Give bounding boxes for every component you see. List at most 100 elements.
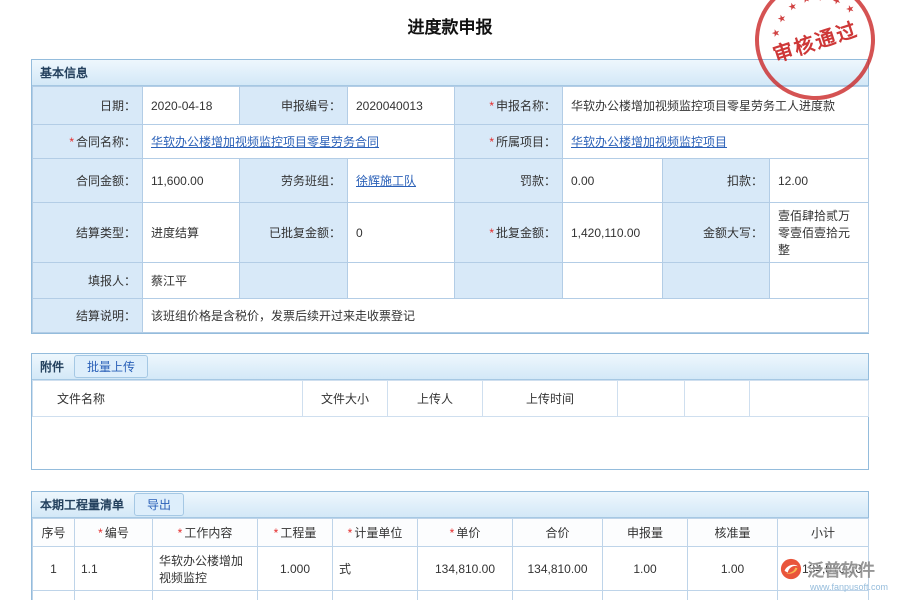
item-total: 1,283,000.00 bbox=[513, 591, 603, 600]
item-total: 134,810.00 bbox=[513, 547, 603, 591]
column-declared-qty: 申报量 bbox=[603, 519, 688, 547]
required-marker: * bbox=[450, 526, 455, 540]
project-link[interactable]: 华软办公楼增加视频监控项目 bbox=[571, 135, 727, 149]
amount-in-words-label: 金额大写： bbox=[663, 203, 770, 263]
column-content: *工作内容 bbox=[153, 519, 258, 547]
quantity-list-panel: 本期工程量清单 导出 序号 *编号 *工作内容 *工程量 *计量单位 *单价 合… bbox=[31, 491, 869, 600]
page: 进度款申报 ★ ★ ★ ★ ★ ★ ★ 审核通过 基本信息 日期： 2020-0… bbox=[0, 0, 900, 600]
settlement-note-value: 该班组价格是含税价，发票后续开过来走收票登记 bbox=[143, 299, 869, 333]
empty-value-cell bbox=[563, 263, 663, 299]
basic-info-row: 结算类型： 进度结算 已批复金额： 0 *批复金额： 1,420,110.00 … bbox=[33, 203, 869, 263]
preparer-value: 蔡江平 bbox=[143, 263, 240, 299]
deduction-value: 12.00 bbox=[770, 159, 869, 203]
required-marker: * bbox=[178, 526, 183, 540]
attachments-header: 附件 批量上传 bbox=[32, 354, 868, 380]
item-unit: 式 bbox=[333, 547, 418, 591]
project-cell: 华软办公楼增加视频监控项目 bbox=[563, 125, 869, 159]
reply-amount-label-text: 批复金额： bbox=[496, 226, 556, 240]
declaration-no-value: 2020040013 bbox=[348, 87, 455, 125]
preparer-label: 填报人： bbox=[33, 263, 143, 299]
column-approved-qty: 核准量 bbox=[688, 519, 778, 547]
item-code: 1.2 bbox=[75, 591, 153, 600]
column-quantity-text: 工程量 bbox=[280, 526, 316, 540]
required-marker: * bbox=[489, 99, 494, 113]
attachments-title: 附件 bbox=[40, 358, 64, 375]
project-label-text: 所属项目： bbox=[496, 135, 556, 149]
quantity-list-header-row: 序号 *编号 *工作内容 *工程量 *计量单位 *单价 合价 申报量 核准量 小… bbox=[33, 519, 869, 547]
attachment-column-file-name: 文件名称 bbox=[33, 381, 303, 417]
item-subtotal: 134,810.00 bbox=[778, 547, 869, 591]
attachments-table: 文件名称 文件大小 上传人 上传时间 bbox=[32, 380, 869, 417]
item-content: 场地平整 bbox=[153, 591, 258, 600]
labor-team-cell: 徐辉施工队 bbox=[348, 159, 455, 203]
contract-name-link[interactable]: 华软办公楼增加视频监控项目零星劳务合同 bbox=[151, 135, 379, 149]
item-content: 华软办公楼增加视频监控 bbox=[153, 547, 258, 591]
project-label: *所属项目： bbox=[455, 125, 563, 159]
item-unit-price: 1,283,000.00 bbox=[418, 591, 513, 600]
column-subtotal: 小计 bbox=[778, 519, 869, 547]
basic-info-row: 填报人： 蔡江平 bbox=[33, 263, 869, 299]
reply-amount-value: 1,420,110.00 bbox=[563, 203, 663, 263]
basic-info-table: 日期： 2020-04-18 申报编号： 2020040013 *申报名称： 华… bbox=[32, 86, 869, 333]
attachment-column-upload-time: 上传时间 bbox=[483, 381, 618, 417]
basic-info-panel: 基本信息 日期： 2020-04-18 申报编号： 2020040013 *申报… bbox=[31, 59, 869, 334]
required-marker: * bbox=[489, 135, 494, 149]
attachment-column-empty bbox=[618, 381, 685, 417]
export-button[interactable]: 导出 bbox=[134, 493, 184, 516]
basic-info-row: 结算说明： 该班组价格是含税价，发票后续开过来走收票登记 bbox=[33, 299, 869, 333]
contract-amount-label: 合同金额： bbox=[33, 159, 143, 203]
attachments-panel: 附件 批量上传 文件名称 文件大小 上传人 上传时间 bbox=[31, 353, 869, 470]
declaration-no-label: 申报编号： bbox=[240, 87, 348, 125]
item-code: 1.1 bbox=[75, 547, 153, 591]
deduction-label: 扣款： bbox=[663, 159, 770, 203]
attachment-column-empty bbox=[750, 381, 869, 417]
settlement-type-value: 进度结算 bbox=[143, 203, 240, 263]
labor-team-label: 劳务班组： bbox=[240, 159, 348, 203]
item-row: 2 1.2 场地平整 1.000 项 1,283,000.00 1,283,00… bbox=[33, 591, 869, 600]
declaration-name-label-text: 申报名称： bbox=[496, 99, 556, 113]
item-seq: 2 bbox=[33, 591, 75, 600]
page-title: 进度款申报 bbox=[0, 0, 900, 38]
item-subtotal: 1,283,000.00 bbox=[778, 591, 869, 600]
required-marker: * bbox=[274, 526, 279, 540]
basic-info-row: 日期： 2020-04-18 申报编号： 2020040013 *申报名称： 华… bbox=[33, 87, 869, 125]
required-marker: * bbox=[348, 526, 353, 540]
column-quantity: *工程量 bbox=[258, 519, 333, 547]
settlement-type-label: 结算类型： bbox=[33, 203, 143, 263]
column-unit: *计量单位 bbox=[333, 519, 418, 547]
approved-amount-value: 0 bbox=[348, 203, 455, 263]
contract-amount-value: 11,600.00 bbox=[143, 159, 240, 203]
item-declared-qty: 1.00 bbox=[603, 547, 688, 591]
declaration-name-label: *申报名称： bbox=[455, 87, 563, 125]
empty-label-cell bbox=[663, 263, 770, 299]
column-seq: 序号 bbox=[33, 519, 75, 547]
penalty-label: 罚款： bbox=[455, 159, 563, 203]
item-approved-qty: 1.00 bbox=[688, 547, 778, 591]
quantity-list-header: 本期工程量清单 导出 bbox=[32, 492, 868, 518]
labor-team-link[interactable]: 徐辉施工队 bbox=[356, 174, 416, 188]
item-quantity: 1.000 bbox=[258, 591, 333, 600]
quantity-list-table: 序号 *编号 *工作内容 *工程量 *计量单位 *单价 合价 申报量 核准量 小… bbox=[32, 518, 869, 600]
quantity-list-title: 本期工程量清单 bbox=[40, 496, 124, 513]
basic-info-row: *合同名称： 华软办公楼增加视频监控项目零星劳务合同 *所属项目： 华软办公楼增… bbox=[33, 125, 869, 159]
reply-amount-label: *批复金额： bbox=[455, 203, 563, 263]
column-code-text: 编号 bbox=[105, 526, 129, 540]
empty-value-cell bbox=[770, 263, 869, 299]
date-label: 日期： bbox=[33, 87, 143, 125]
contract-name-label-text: 合同名称： bbox=[76, 135, 136, 149]
required-marker: * bbox=[69, 135, 74, 149]
attachment-column-file-size: 文件大小 bbox=[303, 381, 388, 417]
attachment-column-uploader: 上传人 bbox=[388, 381, 483, 417]
column-total: 合价 bbox=[513, 519, 603, 547]
basic-info-title: 基本信息 bbox=[40, 64, 88, 81]
batch-upload-button[interactable]: 批量上传 bbox=[74, 355, 148, 378]
approved-amount-label: 已批复金额： bbox=[240, 203, 348, 263]
item-seq: 1 bbox=[33, 547, 75, 591]
required-marker: * bbox=[98, 526, 103, 540]
item-unit-price: 134,810.00 bbox=[418, 547, 513, 591]
attachment-column-empty bbox=[685, 381, 750, 417]
contract-name-cell: 华软办公楼增加视频监控项目零星劳务合同 bbox=[143, 125, 455, 159]
attachments-empty-body bbox=[32, 417, 868, 469]
item-quantity: 1.000 bbox=[258, 547, 333, 591]
contract-name-label: *合同名称： bbox=[33, 125, 143, 159]
